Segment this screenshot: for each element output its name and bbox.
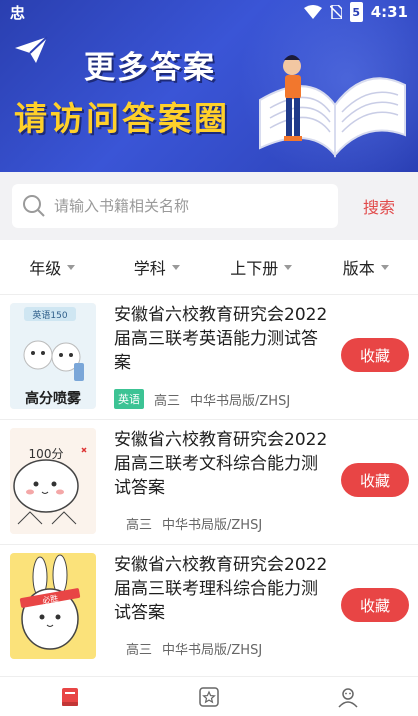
search-area: 搜索 (0, 172, 418, 240)
search-button[interactable]: 搜索 (350, 194, 408, 218)
book-grade: 高三 (126, 518, 153, 533)
book-cover: 必胜 (10, 553, 96, 659)
subject-tag: 英语 (114, 389, 144, 409)
filter-subject-label: 学科 (133, 259, 166, 278)
book-publisher: 中华书局版/ZHSJ (162, 643, 263, 658)
nav-profile[interactable] (279, 685, 418, 709)
search-box[interactable] (12, 184, 338, 228)
nav-favorites[interactable] (139, 686, 278, 708)
status-app-glyph: 忠 (10, 3, 26, 22)
star-icon (199, 686, 219, 707)
book-meta: 高三 中华书局版/ZHSJ (126, 639, 262, 658)
book-list-item[interactable]: 必胜 安徽省六校教育研究会2022届高三联考理科综合能力测试答案 收藏 高三 中… (0, 544, 418, 669)
search-input[interactable] (54, 197, 314, 215)
cover-title: 高分喷雾 (25, 390, 82, 407)
filter-edition[interactable]: 版本 (314, 255, 418, 279)
banner[interactable]: 忠 5 4:31 更多答案 请访问答案圈 (0, 0, 418, 172)
book-title: 安徽省六校教育研究会2022届高三联考文科综合能力测试答案 (114, 430, 328, 498)
book-list-item[interactable]: 英语150 高分喷雾 安徽省六校教育研究会2022届高三联考英语能力测试答案 收… (0, 294, 418, 419)
bottom-nav (0, 676, 418, 716)
book-grade: 高三 (126, 643, 153, 658)
favorite-button[interactable]: 收藏 (341, 338, 409, 372)
battery-icon: 5 (349, 2, 363, 22)
book-grade: 高三 (154, 393, 181, 409)
book-meta: 英语 高三 中华书局版/ZHSJ (114, 389, 290, 409)
book-title: 安徽省六校教育研究会2022届高三联考英语能力测试答案 (114, 305, 328, 373)
book-title: 安徽省六校教育研究会2022届高三联考理科综合能力测试答案 (114, 555, 328, 623)
status-bar: 忠 5 4:31 (0, 0, 418, 24)
cover-label: 英语150 (32, 309, 67, 321)
favorite-button[interactable]: 收藏 (341, 463, 409, 497)
user-icon (338, 687, 358, 708)
book-publisher: 中华书局版/ZHSJ (162, 518, 263, 533)
status-time: 4:31 (370, 3, 408, 21)
book-list: 英语150 高分喷雾 安徽省六校教育研究会2022届高三联考英语能力测试答案 收… (0, 294, 418, 669)
book-publisher: 中华书局版/ZHSJ (190, 393, 291, 409)
book-reader-illustration (259, 55, 406, 158)
book-icon (61, 687, 78, 706)
book-list-item[interactable]: 100分 安徽省六校教育研究会2022届高三联考文科综合能力测试答案 收藏 高三… (0, 419, 418, 544)
wifi-icon (303, 5, 322, 19)
nav-home[interactable] (0, 686, 139, 708)
filter-grade-label: 年级 (29, 259, 62, 278)
filter-edition-label: 版本 (342, 259, 375, 278)
cover-label: 100分 (29, 447, 64, 461)
favorite-button[interactable]: 收藏 (341, 588, 409, 622)
banner-subheadline: 请访问答案圈 (14, 99, 230, 138)
filter-volume-label: 上下册 (230, 259, 279, 278)
book-meta: 高三 中华书局版/ZHSJ (126, 514, 262, 533)
caret-down-icon (284, 264, 293, 270)
send-icon (15, 36, 48, 63)
no-sim-icon (329, 5, 342, 19)
search-icon (23, 195, 45, 217)
caret-down-icon (171, 264, 180, 270)
caret-down-icon (380, 264, 389, 270)
filter-bar: 年级 学科 上下册 版本 (0, 240, 418, 294)
banner-headline: 更多答案 (84, 50, 216, 86)
book-cover: 100分 (10, 428, 96, 534)
filter-volume[interactable]: 上下册 (209, 255, 314, 279)
status-indicators: 5 4:31 (303, 2, 408, 22)
filter-subject[interactable]: 学科 (105, 255, 210, 279)
caret-down-icon (67, 264, 76, 270)
filter-grade[interactable]: 年级 (0, 255, 105, 279)
book-cover: 英语150 高分喷雾 (10, 303, 96, 409)
